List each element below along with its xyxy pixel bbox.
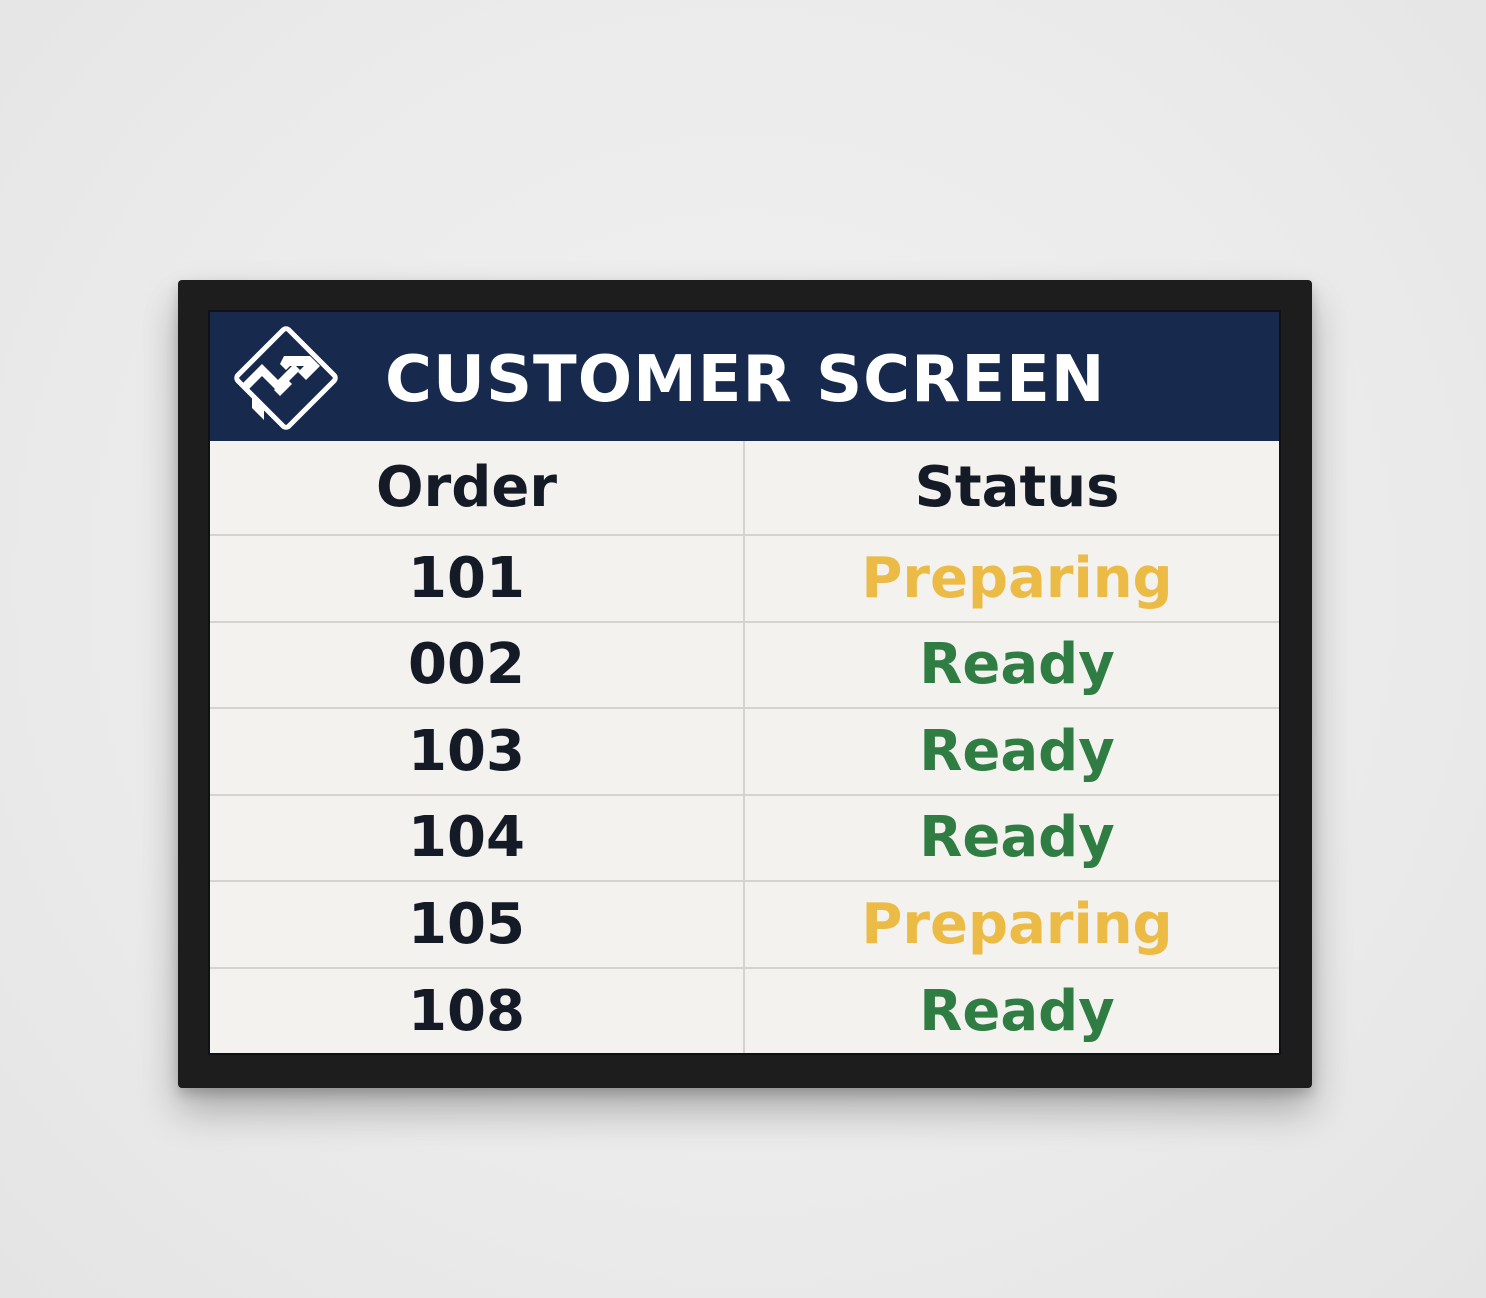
table-row: 108 Ready [210, 968, 1279, 1053]
table-row: 101 Preparing [210, 536, 1279, 623]
column-header-order: Order [210, 441, 745, 534]
order-status: Ready [919, 805, 1115, 871]
diamond-monogram-logo [234, 326, 338, 430]
order-number: 104 [210, 795, 745, 880]
table-row: 103 Ready [210, 709, 1279, 796]
order-number: 103 [210, 709, 745, 794]
page-title: CUSTOMER SCREEN [385, 343, 1106, 417]
table-header-row: Order Status [210, 441, 1279, 536]
order-status: Preparing [861, 545, 1173, 611]
table-row: 002 Ready [210, 622, 1279, 709]
screen-header: CUSTOMER SCREEN [210, 312, 1279, 441]
order-number: 101 [210, 536, 745, 621]
order-status: Ready [919, 979, 1115, 1045]
column-header-status: Status [914, 455, 1120, 520]
table-row: 104 Ready [210, 795, 1279, 882]
order-status: Preparing [861, 891, 1173, 957]
order-number: 105 [210, 882, 745, 967]
order-number: 002 [210, 622, 745, 707]
orders-table: Order Status 101 Preparing 002 Ready 103… [210, 441, 1279, 1053]
order-status: Ready [919, 718, 1115, 784]
order-status: Ready [919, 632, 1115, 698]
customer-screen: CUSTOMER SCREEN Order Status 101 Prepari… [208, 310, 1281, 1055]
display-monitor: CUSTOMER SCREEN Order Status 101 Prepari… [178, 280, 1312, 1088]
order-number: 108 [210, 968, 745, 1053]
table-row: 105 Preparing [210, 882, 1279, 969]
